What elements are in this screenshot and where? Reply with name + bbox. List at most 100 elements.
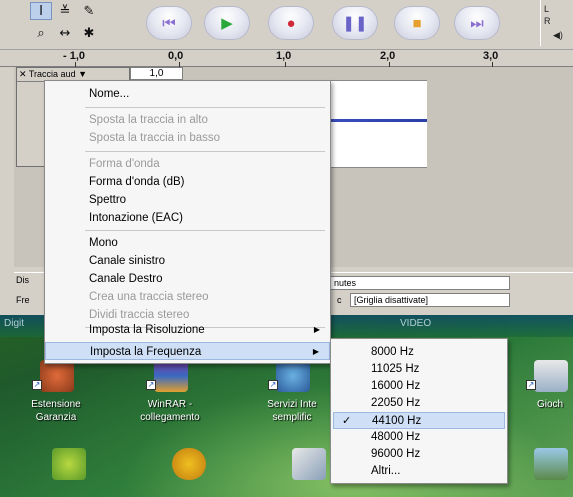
ruler-label: 0,0 — [168, 50, 184, 62]
transport-controls: ⏮ ▶ ● ❚❚ ■ ⏭ — [140, 6, 520, 46]
menu-item-intonazione[interactable]: Intonazione (EAC) — [45, 209, 330, 227]
desktop-icon-label: Estensione Garanzia — [31, 399, 81, 423]
stop-icon: ■ — [412, 14, 422, 32]
services-icon — [276, 360, 310, 392]
toolbar: I ≚ ✎ ⌕ ↔ ✱ ⏮ ▶ ● ❚❚ ■ ⏭ L R ◀) — [0, 0, 573, 50]
rate-option[interactable]: 16000 Hz — [333, 378, 505, 395]
menu-item-canale-destro[interactable]: Canale Destro — [45, 270, 330, 288]
desktop-icon-label: Gioch — [536, 399, 564, 410]
checkmark-icon: ✓ — [342, 415, 352, 427]
menu-item-risoluzione[interactable]: Imposta la Risoluzione ▶ — [45, 321, 330, 339]
menu-item-nome[interactable]: Nome... — [45, 85, 330, 103]
snap-label: c — [337, 295, 342, 305]
speaker-icon: ◀) — [553, 30, 563, 40]
play-icon: ▶ — [221, 15, 233, 32]
selection-label: Dis — [16, 275, 29, 285]
skip-start-button[interactable]: ⏮ — [146, 6, 192, 40]
meter-right-label: R — [544, 16, 551, 26]
desktop-icon-bottom-1[interactable] — [30, 448, 106, 497]
app-icon — [172, 448, 206, 480]
timeline-ruler[interactable]: - 1,0 0,0 1,0 2,0 3,0 — [0, 50, 573, 67]
desktop-icon-servizi[interactable]: ↗ Servizi Inte semplific — [254, 360, 330, 430]
record-button[interactable]: ● — [268, 6, 314, 40]
desktop-icon-estensione-garanzia[interactable]: ↗ Estensione Garanzia — [18, 360, 94, 430]
meter-left-label: L — [544, 4, 550, 14]
desktop-icon-bottom-4[interactable] — [512, 448, 573, 497]
rate-option[interactable]: 48000 Hz — [333, 429, 505, 446]
zoom-tool-icon[interactable]: ⌕ — [30, 24, 52, 42]
rate-option-other[interactable]: Altri... — [333, 463, 505, 480]
envelope-tool-icon[interactable]: ≚ — [54, 2, 76, 20]
tools-panel: I ≚ ✎ ⌕ ↔ ✱ — [30, 2, 108, 46]
rate-option[interactable]: 11025 Hz — [333, 361, 505, 378]
ruler-label: - 1,0 — [63, 50, 86, 62]
level-meter: L R ◀) — [540, 0, 573, 46]
play-button[interactable]: ▶ — [204, 6, 250, 40]
menu-separator — [85, 230, 325, 231]
frequency-submenu: 8000 Hz 11025 Hz 16000 Hz 22050 Hz ✓ 441… — [330, 338, 508, 484]
strip-left-text: Digit — [4, 318, 25, 329]
app-icon — [534, 448, 568, 480]
submenu-arrow-icon: ▶ — [312, 347, 319, 356]
rate-option[interactable]: 22050 Hz — [333, 395, 505, 412]
track-context-menu: Nome... Sposta la traccia in alto Sposta… — [44, 80, 331, 364]
ruler-label: 3,0 — [483, 50, 499, 62]
submenu-arrow-icon: ▶ — [313, 325, 320, 334]
menu-item-spettro[interactable]: Spettro — [45, 191, 330, 209]
games-icon — [534, 360, 568, 392]
snap-value: [Griglia disattivate] — [354, 295, 429, 305]
menu-item-canale-sinistro[interactable]: Canale sinistro — [45, 252, 330, 270]
desktop-icon-giochi[interactable]: ↗ Gioch — [512, 360, 573, 430]
rate-option-label: 44100 Hz — [372, 415, 422, 427]
track-title: Traccia aud — [28, 69, 76, 79]
desktop-icon-label: WinRAR - collegamento — [140, 399, 200, 423]
close-track-icon[interactable]: ✕ — [19, 69, 27, 79]
rate-option-selected[interactable]: ✓ 44100 Hz — [333, 412, 505, 429]
shortcut-arrow-icon: ↗ — [146, 380, 156, 390]
menu-item-sposta-basso: Sposta la traccia in basso — [89, 132, 221, 144]
ruler-label: 1,0 — [276, 50, 292, 62]
app-icon — [292, 448, 326, 480]
skip-end-icon: ⏭ — [470, 14, 484, 32]
draw-tool-icon[interactable]: ✎ — [78, 2, 100, 20]
empty-track-area — [427, 80, 573, 168]
desktop-icon-label: Servizi Inte semplific — [267, 399, 317, 423]
pause-icon: ❚❚ — [342, 15, 368, 32]
record-icon: ● — [286, 14, 296, 32]
rate-option[interactable]: 96000 Hz — [333, 446, 505, 463]
timeshift-tool-icon[interactable]: ↔ — [54, 24, 76, 42]
strip-right-text: VIDEO — [400, 318, 432, 329]
multi-tool-icon[interactable]: ✱ — [78, 24, 100, 42]
skip-start-icon: ⏮ — [162, 14, 176, 32]
time-format-field[interactable]: nutes — [330, 276, 510, 290]
shortcut-arrow-icon: ↗ — [268, 380, 278, 390]
menu-separator — [85, 107, 325, 108]
shortcut-arrow-icon: ↗ — [32, 380, 42, 390]
pause-button[interactable]: ❚❚ — [332, 6, 378, 40]
ruler-label: 2,0 — [380, 50, 396, 62]
menu-item-label: Imposta la Risoluzione — [89, 324, 205, 336]
track-volume: 1,0 — [130, 67, 183, 80]
chevron-down-icon: ▼ — [78, 69, 88, 79]
project-rate-label: Fre — [16, 295, 30, 305]
rate-option[interactable]: 8000 Hz — [333, 344, 505, 361]
skip-end-button[interactable]: ⏭ — [454, 6, 500, 40]
snap-field[interactable]: [Griglia disattivate] — [350, 293, 510, 307]
time-format-value: nutes — [334, 278, 357, 288]
menu-item-crea-stereo: Crea una traccia stereo — [89, 291, 209, 303]
menu-item-forma-onda-db[interactable]: Forma d'onda (dB) — [45, 173, 330, 191]
warranty-icon — [40, 360, 74, 392]
winrar-icon — [154, 360, 188, 392]
menu-item-mono[interactable]: Mono — [45, 234, 330, 252]
desktop-icon-bottom-2[interactable] — [150, 448, 226, 497]
menu-item-sposta-alto: Sposta la traccia in alto — [89, 114, 208, 126]
menu-item-forma-onda: Forma d'onda — [89, 158, 160, 170]
menu-separator — [85, 151, 325, 152]
app-icon — [52, 448, 86, 480]
menu-item-frequenza[interactable]: Imposta la Frequenza ▶ — [45, 342, 330, 360]
selection-tool-icon[interactable]: I — [30, 2, 52, 20]
menu-item-label: Imposta la Frequenza — [90, 346, 202, 358]
shortcut-arrow-icon: ↗ — [526, 380, 536, 390]
stop-button[interactable]: ■ — [394, 6, 440, 40]
desktop-icon-winrar[interactable]: ↗ WinRAR - collegamento — [132, 360, 208, 430]
